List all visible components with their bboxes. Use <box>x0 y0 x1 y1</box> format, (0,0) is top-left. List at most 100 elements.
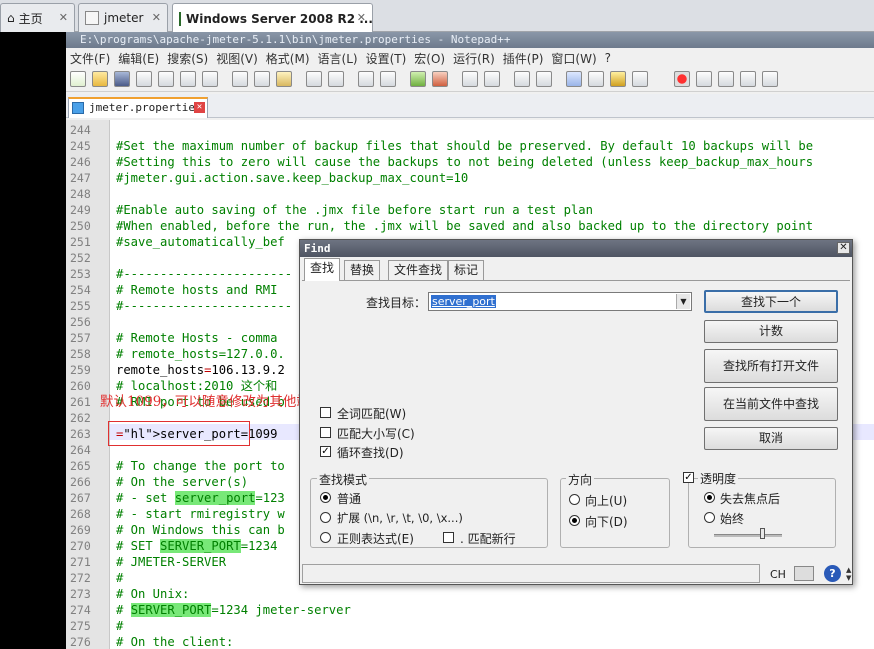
menu-settings[interactable]: 设置(T) <box>366 50 407 67</box>
doc-tab-jmeter-properties[interactable]: jmeter.properties ✕ <box>68 97 208 118</box>
tab-find-in-files[interactable]: 文件查找 <box>388 260 449 280</box>
direction-up-radio[interactable] <box>569 494 580 505</box>
line-number: 276 <box>70 635 91 649</box>
code-line: # To change the port to <box>116 459 285 473</box>
zoom-out-icon[interactable] <box>432 71 448 87</box>
undo-icon[interactable] <box>306 71 322 87</box>
chevron-down-icon[interactable]: ▼ <box>676 294 690 309</box>
tab-find[interactable]: 查找 <box>304 258 341 281</box>
direction-down-radio[interactable] <box>569 515 580 526</box>
wrap-around-checkbox[interactable]: ✓ <box>320 446 331 457</box>
whole-word-checkbox[interactable] <box>320 407 331 418</box>
zoom-in-icon[interactable] <box>410 71 426 87</box>
copy-icon[interactable] <box>254 71 270 87</box>
menu-macro[interactable]: 宏(O) <box>414 50 445 67</box>
menu-run[interactable]: 运行(R) <box>453 50 495 67</box>
transparency-always-radio[interactable] <box>704 512 715 523</box>
menu-window[interactable]: 窗口(W) <box>551 50 596 67</box>
menu-file[interactable]: 文件(F) <box>70 50 110 67</box>
mode-normal-label: 普通 <box>337 492 362 506</box>
code-line: #save_automatically_bef <box>116 235 285 249</box>
match-case-checkbox[interactable] <box>320 427 331 438</box>
close-all-icon[interactable] <box>180 71 196 87</box>
line-number: 259 <box>70 363 91 377</box>
find-all-open-docs-button[interactable]: 查找所有打开文件 <box>704 349 838 383</box>
close-file-icon[interactable] <box>158 71 174 87</box>
cancel-button[interactable]: 取消 <box>704 427 838 450</box>
sync-horizontal-icon[interactable] <box>484 71 500 87</box>
save-icon[interactable] <box>114 71 130 87</box>
find-target-label: 查找目标： <box>366 296 427 310</box>
transparency-slider-thumb[interactable] <box>760 528 765 539</box>
close-icon[interactable]: ✕ <box>357 11 366 24</box>
paste-icon[interactable] <box>276 71 292 87</box>
indent-guide-icon[interactable] <box>566 71 582 87</box>
record-macro-icon[interactable] <box>674 71 690 87</box>
show-all-chars-icon[interactable] <box>536 71 552 87</box>
toolbar <box>66 68 874 92</box>
code-line: # On Windows this can b <box>116 523 285 537</box>
keyboard-icon[interactable] <box>794 566 814 581</box>
menu-language[interactable]: 语言(L) <box>318 50 358 67</box>
stop-macro-icon[interactable] <box>696 71 712 87</box>
line-number: 274 <box>70 603 91 617</box>
server-icon <box>179 11 181 26</box>
close-icon[interactable]: ✕ <box>59 11 68 24</box>
tab-replace[interactable]: 替换 <box>344 260 381 280</box>
options-scroll-icon[interactable]: ▲ ▼ <box>846 566 852 582</box>
close-icon[interactable]: ✕ <box>837 242 850 254</box>
tab-mark[interactable]: 标记 <box>448 260 485 280</box>
open-file-icon[interactable] <box>92 71 108 87</box>
save-macro-icon[interactable] <box>762 71 778 87</box>
code-line: #----------------------- <box>116 299 293 313</box>
find-target-input[interactable]: server_port ▼ <box>428 292 692 311</box>
udl-icon[interactable] <box>588 71 604 87</box>
transparency-checkbox[interactable]: ✓ <box>683 472 694 483</box>
transparency-lose-focus-radio[interactable] <box>704 492 715 503</box>
find-next-button[interactable]: 查找下一个 <box>704 290 838 313</box>
annotation-box <box>108 421 250 446</box>
code-line: # SERVER_PORT=1234 jmeter-server <box>116 603 351 617</box>
mode-regex-radio[interactable] <box>320 532 331 543</box>
menu-help[interactable]: ? <box>605 51 611 65</box>
menu-format[interactable]: 格式(M) <box>266 50 310 67</box>
word-wrap-icon[interactable] <box>514 71 530 87</box>
replace-icon[interactable] <box>380 71 396 87</box>
menu-plugins[interactable]: 插件(P) <box>503 50 544 67</box>
line-number: 262 <box>70 411 91 425</box>
play-macro-icon[interactable] <box>718 71 734 87</box>
transparency-slider-track[interactable] <box>714 534 782 537</box>
help-icon[interactable]: ? <box>824 565 841 582</box>
whole-word-label: 全词匹配(W) <box>337 407 407 421</box>
line-number: 246 <box>70 155 91 169</box>
find-icon[interactable] <box>358 71 374 87</box>
menu-view[interactable]: 视图(V) <box>216 50 258 67</box>
sync-vertical-icon[interactable] <box>462 71 478 87</box>
line-number: 249 <box>70 203 91 217</box>
close-icon[interactable]: ✕ <box>194 102 205 113</box>
tab-jmeter[interactable]: jmeter ✕ <box>78 3 168 32</box>
print-icon[interactable] <box>202 71 218 87</box>
transparency-always-label: 始终 <box>720 512 745 526</box>
close-icon[interactable]: ✕ <box>152 11 161 24</box>
dot-newline-checkbox[interactable] <box>443 532 454 543</box>
code-line: # - set server_port=123 <box>116 491 285 505</box>
menu-edit[interactable]: 编辑(E) <box>118 50 159 67</box>
mode-normal-radio[interactable] <box>320 492 331 503</box>
tab-windows-server[interactable]: Windows Server 2008 R2 ... ✕ <box>172 3 373 33</box>
line-number: 273 <box>70 587 91 601</box>
redo-icon[interactable] <box>328 71 344 87</box>
code-line: # Remote Hosts - comma <box>116 331 278 345</box>
menu-search[interactable]: 搜索(S) <box>167 50 208 67</box>
find-all-current-doc-button[interactable]: 在当前文件中查找 <box>704 387 838 421</box>
doc-map-icon[interactable] <box>610 71 626 87</box>
function-list-icon[interactable] <box>632 71 648 87</box>
count-button[interactable]: 计数 <box>704 320 838 343</box>
save-all-icon[interactable] <box>136 71 152 87</box>
cut-icon[interactable] <box>232 71 248 87</box>
tab-home[interactable]: ⌂ 主页 ✕ <box>0 3 75 32</box>
run-macro-multiple-icon[interactable] <box>740 71 756 87</box>
code-line: # On Unix: <box>116 587 190 601</box>
new-file-icon[interactable] <box>70 71 86 87</box>
mode-extended-radio[interactable] <box>320 512 331 523</box>
